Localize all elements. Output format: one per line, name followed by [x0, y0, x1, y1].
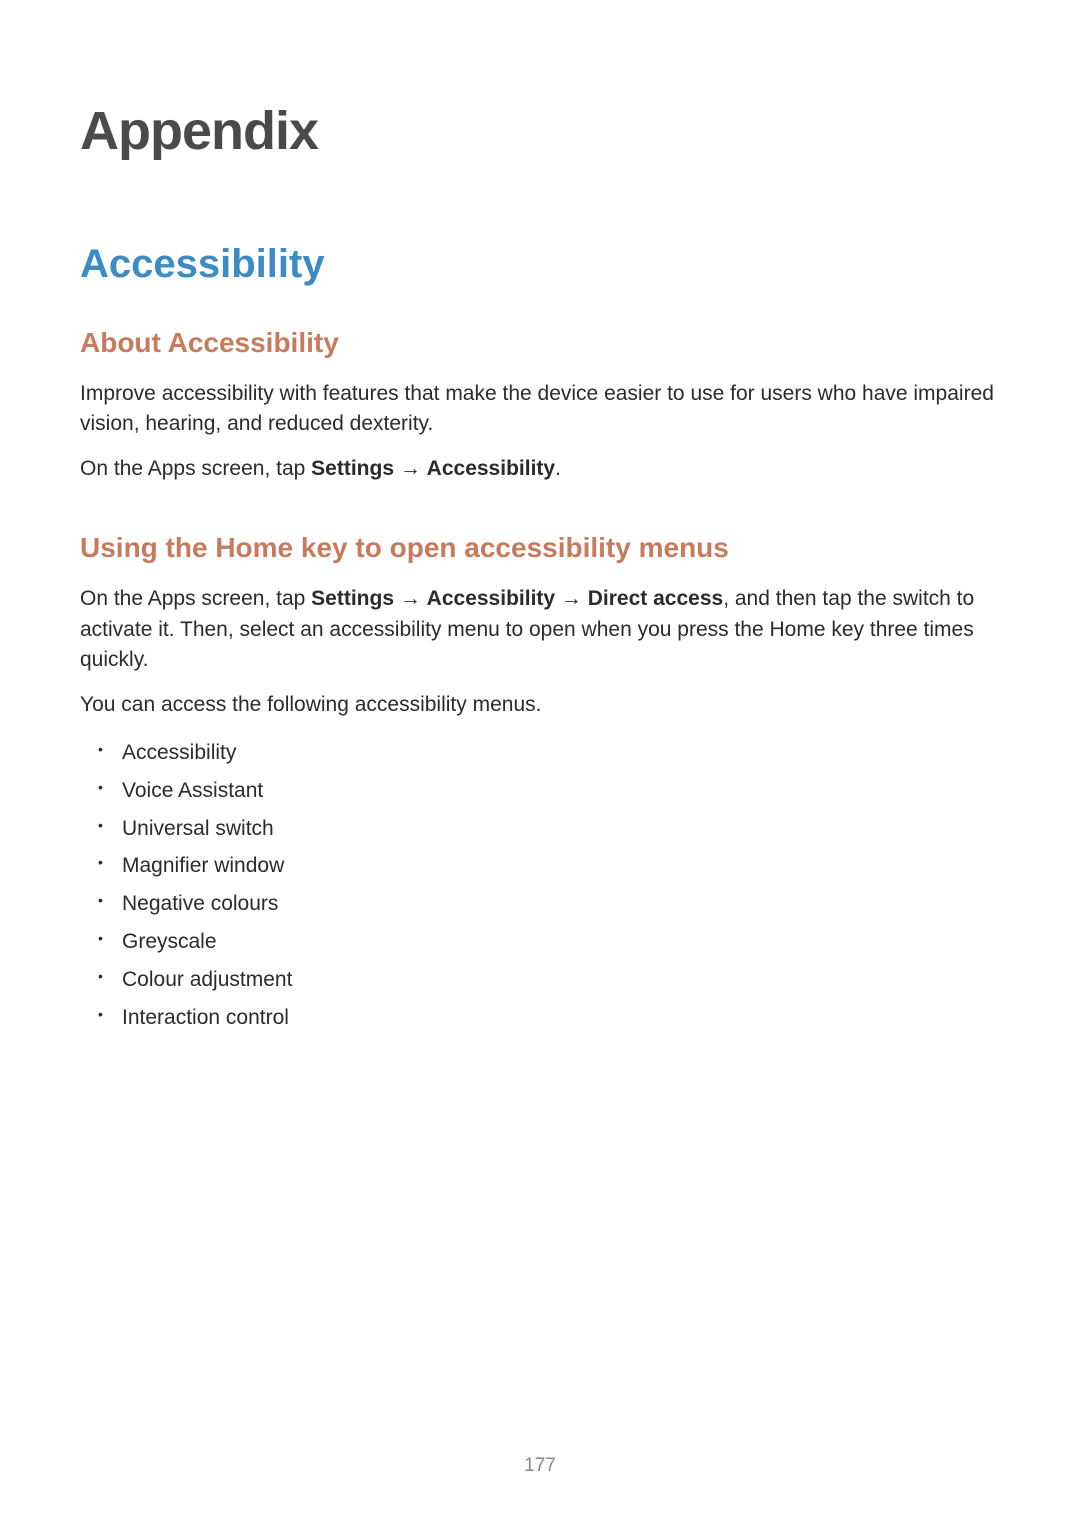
page-number: 177	[0, 1455, 1080, 1477]
list-item: Negative colours	[98, 885, 1000, 923]
bold-settings: Settings	[311, 587, 394, 610]
bold-accessibility: Accessibility	[427, 587, 555, 610]
subsection-about-accessibility: About Accessibility Improve accessibilit…	[80, 327, 1000, 484]
body-paragraph: On the Apps screen, tap Settings → Acces…	[80, 584, 1000, 675]
list-item: Accessibility	[98, 734, 1000, 772]
subsection-home-key: Using the Home key to open accessibility…	[80, 532, 1000, 1036]
arrow-separator: →	[394, 457, 427, 480]
text-fragment: On the Apps screen, tap	[80, 457, 311, 480]
body-paragraph: On the Apps screen, tap Settings → Acces…	[80, 454, 1000, 484]
accessibility-menu-list: Accessibility Voice Assistant Universal …	[80, 734, 1000, 1036]
list-item: Colour adjustment	[98, 961, 1000, 999]
bold-direct-access: Direct access	[588, 587, 723, 610]
arrow-separator: →	[555, 587, 588, 610]
section-title: Accessibility	[80, 242, 1000, 287]
text-fragment: .	[555, 457, 561, 480]
subsection-title-about: About Accessibility	[80, 327, 1000, 359]
chapter-title: Appendix	[80, 100, 1000, 162]
list-item: Greyscale	[98, 923, 1000, 961]
text-fragment: On the Apps screen, tap	[80, 587, 311, 610]
list-item: Magnifier window	[98, 847, 1000, 885]
body-paragraph: You can access the following accessibili…	[80, 690, 1000, 720]
subsection-title-home-key: Using the Home key to open accessibility…	[80, 532, 1000, 564]
bold-accessibility: Accessibility	[427, 457, 555, 480]
bold-settings: Settings	[311, 457, 394, 480]
body-paragraph: Improve accessibility with features that…	[80, 379, 1000, 440]
list-item: Interaction control	[98, 999, 1000, 1037]
list-item: Voice Assistant	[98, 772, 1000, 810]
page-container: Appendix Accessibility About Accessibili…	[0, 0, 1080, 1144]
arrow-separator: →	[394, 587, 427, 610]
list-item: Universal switch	[98, 810, 1000, 848]
